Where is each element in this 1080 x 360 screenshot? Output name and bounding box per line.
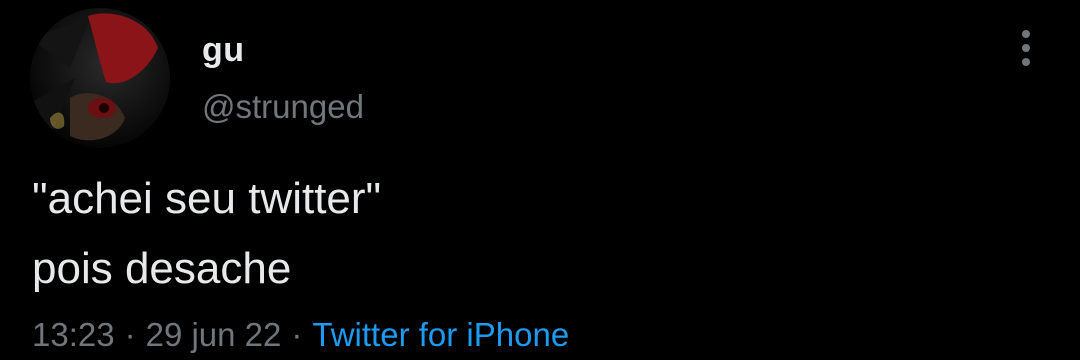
more-options-button[interactable] <box>1008 26 1044 70</box>
more-vertical-icon-dot <box>1022 58 1030 66</box>
tweet-time[interactable]: 13:23 <box>32 316 115 353</box>
more-vertical-icon-dot <box>1022 44 1030 52</box>
meta-separator: · <box>291 316 303 353</box>
display-name[interactable]: gu <box>202 30 245 70</box>
tweet-source-link[interactable]: Twitter for iPhone <box>312 316 569 353</box>
tweet-text-line: "achei seu twitter" <box>32 174 382 223</box>
meta-separator: · <box>124 316 136 353</box>
avatar-image <box>30 8 170 148</box>
tweet-text: "achei seu twitter" pois desache <box>32 164 381 304</box>
avatar[interactable] <box>30 8 170 148</box>
tweet-card: gu @strunged "achei seu twitter" pois de… <box>0 0 1080 360</box>
tweet-meta: 13:23 · 29 jun 22 · Twitter for iPhone <box>32 312 569 358</box>
more-vertical-icon <box>1022 30 1030 38</box>
handle[interactable]: @strunged <box>202 87 364 127</box>
tweet-date[interactable]: 29 jun 22 <box>146 316 282 353</box>
tweet-text-line: pois desache <box>32 244 292 293</box>
